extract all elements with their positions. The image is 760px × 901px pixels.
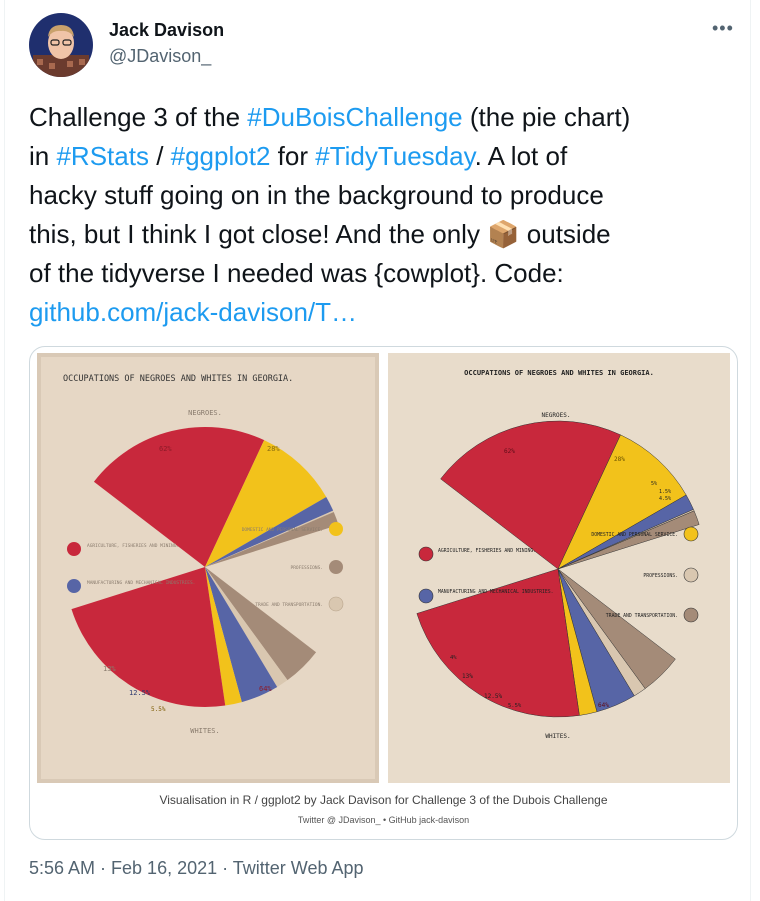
github-link[interactable]: github.com/jack-davison/T… xyxy=(29,297,357,327)
original-pct-label: 12.5% xyxy=(129,689,151,697)
tweet-text-segment: Challenge 3 of the xyxy=(29,102,248,132)
original-legend-swatch-domestic xyxy=(329,522,343,536)
recreation-pct-label: 4% xyxy=(450,655,457,661)
recreation-pct-label: 62% xyxy=(504,448,515,455)
card-caption: Visualisation in R / ggplot2 by Jack Dav… xyxy=(159,793,608,807)
tweet-line: Challenge 3 of the #DuBoisChallenge (the… xyxy=(29,98,729,137)
original-legend-label: TRADE AND TRANSPORTATION. xyxy=(255,602,323,608)
original-legend-swatch-manufacturing xyxy=(67,579,81,593)
tweet-text-segment: in xyxy=(29,141,57,171)
original-legend-swatch-professions xyxy=(328,596,344,612)
hashtag-ggplot2[interactable]: #ggplot2 xyxy=(171,141,271,171)
recreation-legend-label: DOMESTIC AND PERSONAL SERVICE. xyxy=(591,532,678,538)
avatar-image xyxy=(29,13,93,77)
recreation-bottom-label: WHITES. xyxy=(545,733,570,740)
tweet-text-segment: (the pie chart) xyxy=(462,102,631,132)
more-horizontal-icon[interactable]: ••• xyxy=(712,18,734,39)
package-emoji-icon: 📦 xyxy=(487,219,520,249)
tweet-timestamp[interactable]: 5:56 AM · Feb 16, 2021 · Twitter Web App xyxy=(29,858,364,879)
tweet-line: hacky stuff going on in the background t… xyxy=(29,180,604,210)
tweet-line: in #RStats / #ggplot2 for #TidyTuesday. … xyxy=(29,137,729,176)
recreation-legend-label: PROFESSIONS. xyxy=(643,573,678,579)
tweet-line: this, but I think I got close! And the o… xyxy=(29,215,729,254)
recreation-legend-swatch-trade xyxy=(683,607,699,623)
recreation-pie-wedges xyxy=(416,420,700,718)
original-pct-label: 5.5% xyxy=(151,706,166,713)
recreation-pct-label: 5.5% xyxy=(508,703,522,709)
tweet-text-segment: / xyxy=(148,141,171,171)
original-legend-label: PROFESSIONS. xyxy=(290,565,323,571)
recreation-pct-label: 12.5% xyxy=(484,693,502,700)
recreation-chart-svg: OCCUPATIONS OF NEGROES AND WHITES IN GEO… xyxy=(416,369,700,740)
hashtag-rstats[interactable]: #RStats xyxy=(56,141,149,171)
author-name[interactable]: Jack Davison xyxy=(109,20,224,41)
recreation-legend-swatch-professions xyxy=(683,567,699,583)
original-bottom-label: WHITES. xyxy=(190,727,220,735)
media-card[interactable]: OCCUPATIONS OF NEGROES AND WHITES IN GEO… xyxy=(29,346,738,840)
tweet-line: of the tidyverse I needed was {cowplot}.… xyxy=(29,258,564,288)
tweet-text-segment: . A lot of xyxy=(474,141,568,171)
recreation-chart-title: OCCUPATIONS OF NEGROES AND WHITES IN GEO… xyxy=(464,369,654,377)
original-legend-label: MANUFACTURING AND MECHANICAL INDUSTRIES. xyxy=(87,580,195,586)
original-pct-label: 28% xyxy=(267,445,280,453)
original-chart-svg: OCCUPATIONS OF NEGROES AND WHITES IN GEO… xyxy=(41,357,375,779)
recreation-legend-label: TRADE AND TRANSPORTATION. xyxy=(606,613,678,619)
tweet-container: Jack Davison @JDavison_ ••• Challenge 3 … xyxy=(4,0,751,901)
original-pct-label: 62% xyxy=(159,445,172,453)
recreation-legend-label: MANUFACTURING AND MECHANICAL INDUSTRIES. xyxy=(438,589,554,595)
recreation-legend-swatch-agriculture xyxy=(418,546,434,562)
recreation-chart-panel: OCCUPATIONS OF NEGROES AND WHITES IN GEO… xyxy=(388,353,730,783)
original-chart-title: OCCUPATIONS OF NEGROES AND WHITES IN GEO… xyxy=(63,374,293,384)
original-legend-label: AGRICULTURE, FISHERIES AND MINING. xyxy=(87,543,179,549)
recreation-pct-label: 5% xyxy=(651,481,657,487)
original-chart-panel: OCCUPATIONS OF NEGROES AND WHITES IN GEO… xyxy=(37,353,379,783)
original-legend-swatch-trade xyxy=(329,560,343,574)
recreation-pct-label: 28% xyxy=(614,456,625,463)
hashtag-duboischallenge[interactable]: #DuBoisChallenge xyxy=(247,102,462,132)
recreation-top-label: NEGROES. xyxy=(542,412,571,419)
original-top-label: NEGROES. xyxy=(188,409,222,417)
tweet-line: github.com/jack-davison/T… xyxy=(29,293,729,332)
original-legend-swatch-agriculture xyxy=(67,542,81,556)
recreation-legend-swatch-domestic xyxy=(683,526,699,542)
original-pct-label: 64% xyxy=(259,685,272,693)
recreation-pct-label: 64% xyxy=(598,702,609,709)
recreation-legend-label: AGRICULTURE, FISHERIES AND MINING. xyxy=(438,548,536,554)
recreation-pct-label: 4.5% xyxy=(659,496,671,502)
author-handle[interactable]: @JDavison_ xyxy=(109,46,211,67)
original-pct-label: 13% xyxy=(103,665,116,673)
tweet-text-segment: outside xyxy=(519,219,611,249)
recreation-pct-label: 1.5% xyxy=(659,489,671,495)
recreation-legend-swatch-manufacturing xyxy=(418,588,434,604)
tweet-text: Challenge 3 of the #DuBoisChallenge (the… xyxy=(29,98,729,332)
avatar[interactable] xyxy=(29,13,93,77)
card-caption-credits: Twitter @ JDavison_ • GitHub jack-daviso… xyxy=(297,815,470,825)
tweet-text-segment: for xyxy=(270,141,316,171)
recreation-pct-label: 13% xyxy=(462,673,473,680)
tweet-text-segment: this, but I think I got close! And the o… xyxy=(29,219,488,249)
original-legend-label: DOMESTIC AND PERSONAL SERVICE. xyxy=(242,527,323,533)
hashtag-tidytuesday[interactable]: #TidyTuesday xyxy=(315,141,474,171)
